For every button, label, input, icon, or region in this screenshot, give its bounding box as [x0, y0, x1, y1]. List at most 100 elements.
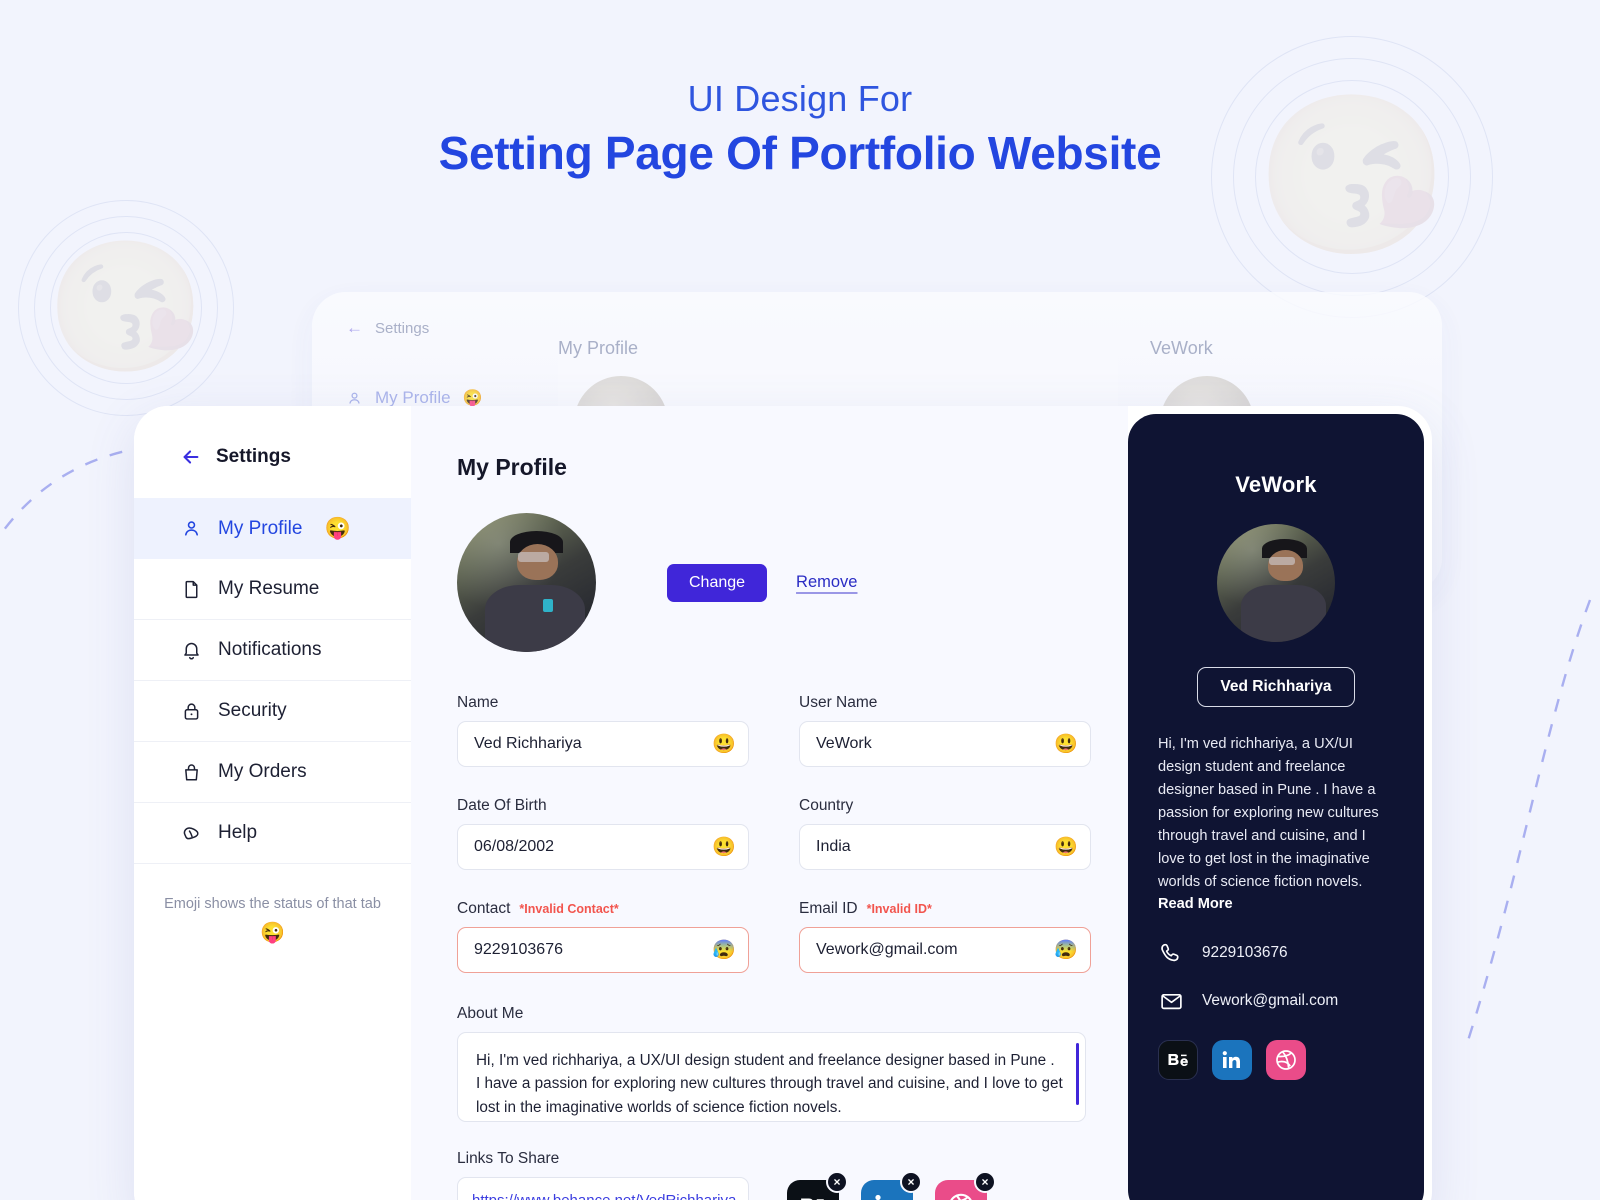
field-country: Country India 😃 [799, 797, 1091, 870]
settings-card: Settings My Profile 😜 My Resume Notifica… [134, 406, 1432, 1200]
document-icon [180, 578, 202, 600]
field-value: 9229103676 [474, 941, 563, 958]
form-grid: Name Ved Richhariya 😃 User Name VeWork 😃 [457, 694, 1091, 1003]
decor-ring-left-3 [50, 232, 202, 384]
preview-phone: 9229103676 [1202, 944, 1288, 962]
decor-emoji-left: 😘 [46, 236, 206, 379]
page-title: My Profile [457, 454, 567, 480]
field-label-text: Contact [457, 900, 511, 917]
status-emoji: 😰 [1054, 939, 1078, 961]
sidebar-note-emoji: 😜 [260, 922, 285, 944]
decor-dashed-curve-right [1463, 599, 1592, 1051]
sidebar: Settings My Profile 😜 My Resume Notifica… [134, 406, 411, 1200]
links-row: https://www.behance.net/VedRichhariya × … [457, 1171, 1086, 1200]
contact-input[interactable]: 9229103676 😰 [457, 927, 749, 973]
field-label: Contact *Invalid Contact* [457, 900, 749, 918]
sidebar-note: Emoji shows the status of that tab 😜 [134, 896, 411, 945]
profile-form: My Profile Change Remove Name Ved Richha… [411, 406, 1128, 1200]
dribbble-link[interactable] [1266, 1040, 1306, 1081]
user-icon [180, 518, 202, 540]
behance-chip[interactable]: × [787, 1171, 848, 1200]
sidebar-item-security[interactable]: Security [134, 681, 411, 742]
link-url-input[interactable]: https://www.behance.net/VedRichhariya [457, 1177, 749, 1200]
status-emoji: 😃 [712, 733, 736, 755]
sidebar-item-notifications[interactable]: Notifications [134, 620, 411, 681]
field-label: Country [799, 797, 1091, 815]
mail-icon [1158, 988, 1184, 1014]
sidebar-item-label: Security [218, 700, 287, 721]
preview-bio: Hi, I'm ved richhariya, a UX/UI design s… [1158, 736, 1379, 891]
about-me-textarea[interactable]: Hi, I'm ved richhariya, a UX/UI design s… [457, 1032, 1086, 1122]
field-username: User Name VeWork 😃 [799, 694, 1091, 767]
arrow-left-icon: ← [346, 318, 363, 337]
ghost-main-title: My Profile [558, 338, 639, 358]
profile-preview-panel: VeWork Ved Richhariya Hi, I'm ved richha… [1128, 414, 1424, 1200]
change-photo-button[interactable]: Change [667, 563, 768, 602]
close-icon[interactable]: × [826, 1171, 848, 1193]
arrow-left-icon[interactable] [180, 446, 202, 468]
sidebar-item-my-resume[interactable]: My Resume [134, 559, 411, 620]
link-chips: × × × [787, 1171, 996, 1200]
dribbble-chip[interactable]: × [935, 1171, 996, 1200]
status-emoji: 😃 [1054, 733, 1078, 755]
sidebar-item-help[interactable]: Help [134, 803, 411, 864]
email-error-text: *Invalid ID* [866, 902, 932, 916]
field-label-text: Name [457, 694, 499, 711]
field-email: Email ID *Invalid ID* Vework@gmail.com 😰 [799, 900, 1091, 973]
linkedin-link[interactable] [1212, 1040, 1252, 1081]
sidebar-item-my-profile[interactable]: My Profile 😜 [134, 498, 411, 559]
links-to-share: Links To Share https://www.behance.net/V… [457, 1150, 1086, 1200]
field-label: User Name [799, 694, 1091, 712]
ghost-preview-title: VeWork [1150, 338, 1213, 358]
sidebar-item-label: My Orders [218, 761, 307, 782]
ghost-sidebar-emoji: 😜 [462, 390, 483, 407]
avatar [457, 513, 596, 652]
sidebar-header: Settings [134, 432, 411, 492]
sidebar-nav: My Profile 😜 My Resume Notifications Sec… [134, 498, 411, 864]
field-label-text: User Name [799, 694, 878, 711]
field-label-text: Email ID [799, 900, 858, 917]
field-label-text: Date Of Birth [457, 797, 547, 814]
avatar-row: Change Remove [457, 513, 1086, 652]
sidebar-item-label: Notifications [218, 639, 322, 660]
ghost-back-row: ← Settings [346, 318, 429, 338]
decor-ring-left-2 [34, 216, 218, 400]
page-heading: UI Design For Setting Page Of Portfolio … [0, 78, 1600, 180]
name-input[interactable]: Ved Richhariya 😃 [457, 721, 749, 767]
field-value: Vework@gmail.com [816, 941, 958, 958]
about-me-value: Hi, I'm ved richhariya, a UX/UI design s… [476, 1052, 1063, 1116]
username-input[interactable]: VeWork 😃 [799, 721, 1091, 767]
preview-phone-row: 9229103676 [1158, 940, 1394, 966]
sidebar-item-my-orders[interactable]: My Orders [134, 742, 411, 803]
field-value: VeWork [816, 735, 872, 752]
email-input[interactable]: Vework@gmail.com 😰 [799, 927, 1091, 973]
bag-icon [180, 761, 202, 783]
close-icon[interactable]: × [900, 1171, 922, 1193]
sidebar-item-label: My Resume [218, 578, 320, 599]
links-label: Links To Share [457, 1150, 560, 1167]
behance-link[interactable] [1158, 1040, 1198, 1081]
field-value: 06/08/2002 [474, 838, 555, 855]
remove-photo-button[interactable]: Remove [796, 573, 857, 592]
close-icon[interactable]: × [974, 1171, 996, 1193]
about-me-field: About Me Hi, I'm ved richhariya, a UX/UI… [457, 1005, 1086, 1122]
field-label: Name [457, 694, 749, 712]
date-of-birth-input[interactable]: 06/08/2002 😃 [457, 824, 749, 870]
status-emoji: 😃 [1054, 836, 1078, 858]
textarea-scrollbar[interactable] [1076, 1043, 1079, 1105]
ghost-back-label: Settings [375, 319, 430, 337]
heading-line-2: Setting Page Of Portfolio Website [438, 127, 1162, 179]
country-input[interactable]: India 😃 [799, 824, 1091, 870]
contact-error-text: *Invalid Contact* [519, 902, 619, 916]
linkedin-chip[interactable]: × [861, 1171, 922, 1200]
link-url-value: https://www.behance.net/VedRichhariya [472, 1191, 737, 1200]
decor-ring-left-1 [18, 200, 234, 416]
status-emoji: 😃 [712, 836, 736, 858]
heading-line-1: UI Design For [687, 78, 913, 119]
read-more-link[interactable]: Read More [1158, 896, 1394, 912]
preview-avatar [1217, 524, 1335, 642]
bell-icon [180, 639, 202, 661]
preview-contact: 9229103676 Vework@gmail.com [1158, 940, 1394, 1014]
preview-email-row: Vework@gmail.com [1158, 988, 1394, 1014]
preview-title: VeWork [1235, 472, 1317, 497]
